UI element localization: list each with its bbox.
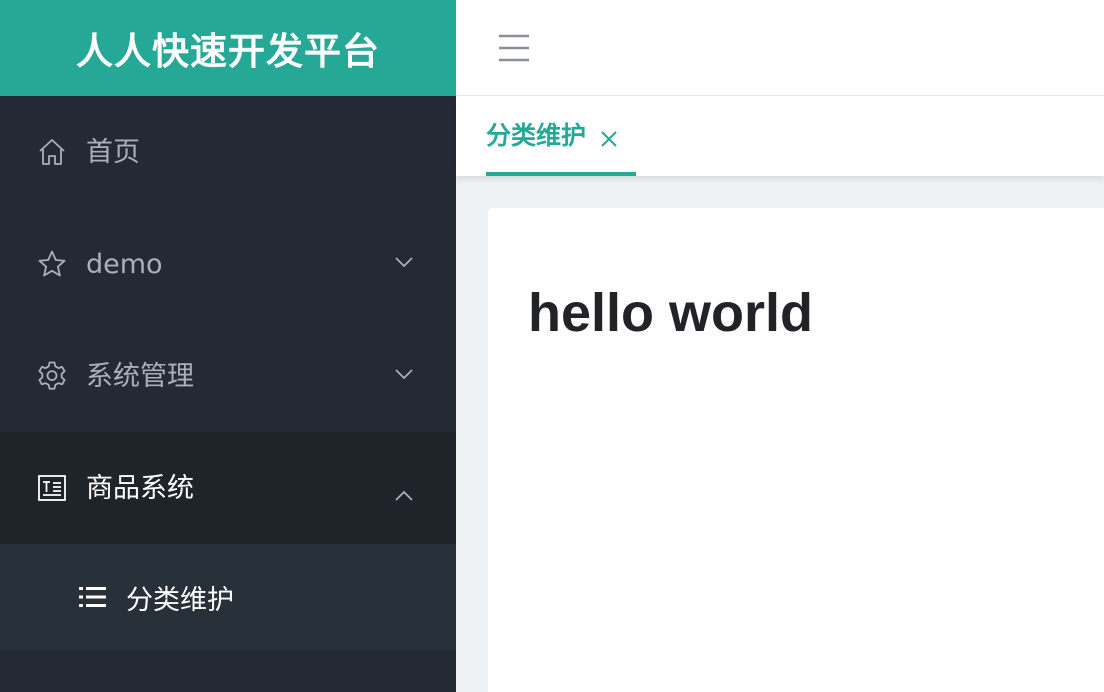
sidebar-item-label: demo	[86, 248, 163, 280]
tab-label: 分类维护	[486, 121, 587, 150]
app-root: 人人快速开发平台 首页 demo 系统管理 商品系统 分类维护 分类维护 hel…	[0, 0, 1104, 692]
topbar	[456, 0, 1104, 96]
tab-bar: 分类维护	[456, 96, 1104, 176]
chevron-down-icon	[394, 360, 414, 380]
sidebar-item-system-management[interactable]: 系统管理	[0, 320, 456, 432]
chevron-down-icon	[394, 248, 414, 268]
brand-title[interactable]: 人人快速开发平台	[0, 0, 456, 96]
sidebar-item-label: 首页	[86, 136, 140, 168]
star-icon	[36, 248, 68, 280]
hamburger-icon[interactable]	[496, 32, 532, 64]
sidebar-item-label: 系统管理	[86, 360, 194, 392]
sidebar-subitem-category-maintenance[interactable]: 分类维护	[0, 544, 456, 650]
home-icon	[36, 136, 68, 168]
sidebar-item-demo[interactable]: demo	[0, 208, 456, 320]
sidebar: 人人快速开发平台 首页 demo 系统管理 商品系统 分类维护	[0, 0, 456, 692]
sidebar-item-product-system[interactable]: 商品系统	[0, 432, 456, 544]
content-card: hello world	[488, 208, 1104, 692]
close-icon[interactable]	[600, 125, 618, 147]
sidebar-item-home[interactable]: 首页	[0, 96, 456, 208]
sidebar-subitem-label: 分类维护	[126, 584, 234, 616]
document-icon	[36, 472, 68, 504]
tab-category-maintenance[interactable]: 分类维护	[486, 96, 636, 176]
list-icon	[78, 582, 108, 612]
page-heading: hello world	[528, 283, 814, 343]
chevron-up-icon	[394, 482, 414, 502]
sidebar-item-label: 商品系统	[86, 472, 194, 504]
gear-icon	[36, 360, 68, 392]
